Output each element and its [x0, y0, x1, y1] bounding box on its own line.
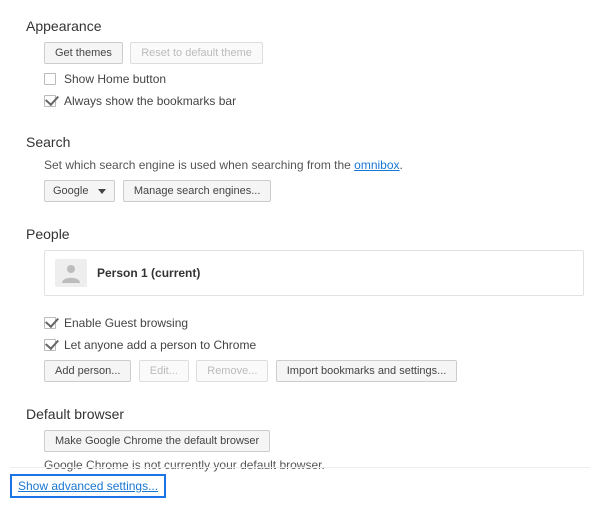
search-engine-dropdown[interactable]: Google: [44, 180, 115, 202]
remove-person-button: Remove...: [196, 360, 268, 382]
omnibox-link[interactable]: omnibox: [354, 158, 399, 172]
get-themes-button[interactable]: Get themes: [44, 42, 123, 64]
search-title: Search: [26, 134, 590, 150]
search-engine-value: Google: [53, 185, 88, 197]
show-bookmarks-checkbox[interactable]: [44, 95, 56, 107]
person-entry[interactable]: Person 1 (current): [44, 250, 584, 296]
chevron-down-icon: [98, 189, 106, 194]
anyone-add-checkbox[interactable]: [44, 339, 56, 351]
edit-person-button: Edit...: [139, 360, 189, 382]
footer: Show advanced settings...: [10, 467, 590, 498]
person-name: Person 1 (current): [97, 266, 200, 280]
make-default-browser-button[interactable]: Make Google Chrome the default browser: [44, 430, 270, 452]
default-browser-title: Default browser: [26, 406, 590, 422]
guest-browsing-label: Enable Guest browsing: [64, 316, 188, 330]
people-title: People: [26, 226, 590, 242]
manage-search-engines-button[interactable]: Manage search engines...: [123, 180, 272, 202]
import-bookmarks-button[interactable]: Import bookmarks and settings...: [276, 360, 458, 382]
show-advanced-settings-link[interactable]: Show advanced settings...: [18, 479, 158, 493]
search-help-text: Set which search engine is used when sea…: [44, 158, 590, 172]
add-person-button[interactable]: Add person...: [44, 360, 131, 382]
guest-browsing-checkbox[interactable]: [44, 317, 56, 329]
show-home-label: Show Home button: [64, 72, 166, 86]
appearance-title: Appearance: [26, 18, 590, 34]
search-help-prefix: Set which search engine is used when sea…: [44, 158, 354, 172]
anyone-add-label: Let anyone add a person to Chrome: [64, 338, 256, 352]
advanced-settings-highlight: Show advanced settings...: [10, 474, 166, 498]
show-bookmarks-label: Always show the bookmarks bar: [64, 94, 236, 108]
reset-theme-button: Reset to default theme: [130, 42, 263, 64]
show-home-checkbox[interactable]: [44, 73, 56, 85]
avatar-icon: [55, 259, 87, 287]
